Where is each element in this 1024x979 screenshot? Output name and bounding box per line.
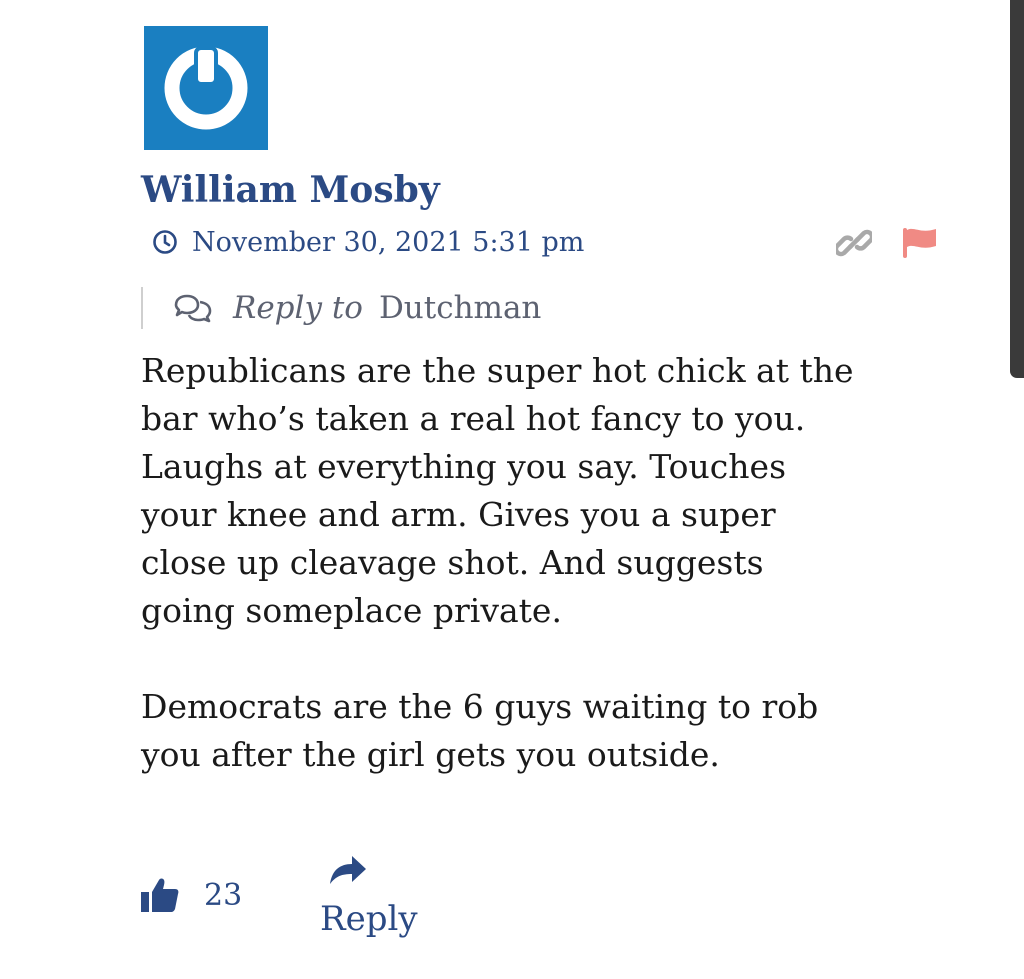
reply-button[interactable]: Reply xyxy=(318,848,428,948)
comment-line: bar who’s taken a real hot fancy to you. xyxy=(141,399,806,438)
comment-paragraph: Republicans are the super hot chick at t… xyxy=(141,347,981,635)
comment-line: close up cleavage shot. And suggests xyxy=(141,543,764,582)
chat-bubbles-icon xyxy=(173,293,213,323)
comment-line: Democrats are the 6 guys waiting to rob xyxy=(141,687,819,726)
flag-icon[interactable] xyxy=(900,226,938,260)
comment-line: going someplace private. xyxy=(141,591,562,630)
timestamp-text[interactable]: November 30, 2021 5:31 pm xyxy=(192,227,584,258)
clock-icon xyxy=(152,229,178,255)
scrollbar[interactable] xyxy=(1010,0,1024,378)
comment-body: Republicans are the super hot chick at t… xyxy=(141,347,981,827)
comment-line: your knee and arm. Gives you a super xyxy=(141,495,776,534)
avatar[interactable] xyxy=(144,26,268,150)
comment-paragraph: Democrats are the 6 guys waiting to rob … xyxy=(141,683,981,779)
author-name[interactable]: William Mosby xyxy=(141,166,440,214)
comment-line: you after the girl gets you outside. xyxy=(141,735,720,774)
reply-to-label: Reply to xyxy=(233,290,363,326)
reply-button-label[interactable]: Reply xyxy=(320,898,418,940)
thumbs-up-icon[interactable] xyxy=(140,876,180,914)
reply-arrow-icon xyxy=(328,850,368,886)
comment-line: Laughs at everything you say. Touches xyxy=(141,447,786,486)
reply-to-reference[interactable]: Reply to Dutchman xyxy=(141,287,541,329)
comment-line: Republicans are the super hot chick at t… xyxy=(141,351,854,390)
reply-to-author-link[interactable]: Dutchman xyxy=(379,290,541,326)
like-count: 23 xyxy=(204,878,243,913)
power-symbol-icon xyxy=(164,46,248,130)
link-icon[interactable] xyxy=(833,225,875,261)
comment-timestamp-row[interactable]: November 30, 2021 5:31 pm xyxy=(152,222,584,262)
